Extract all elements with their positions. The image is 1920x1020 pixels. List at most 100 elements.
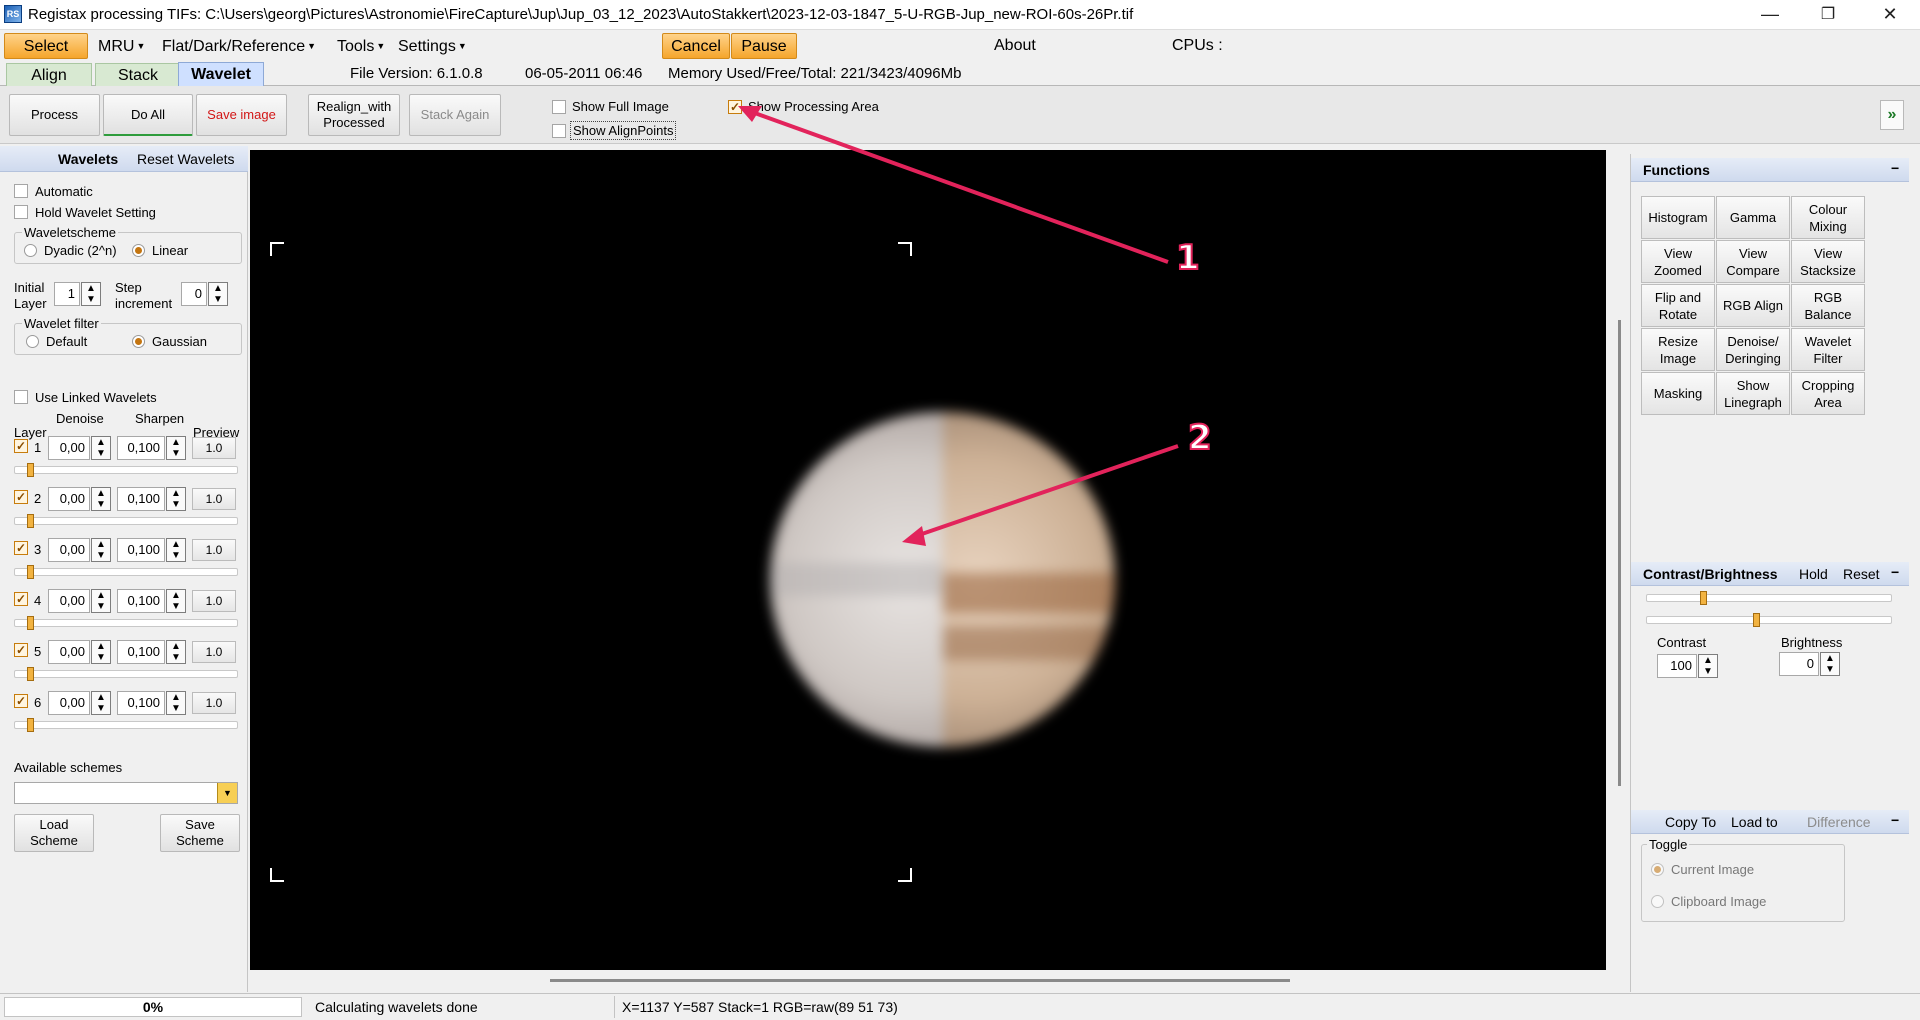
view-compare-button[interactable]: View Compare <box>1716 240 1790 283</box>
layer-denoise-input[interactable]: 0,00 <box>48 691 90 715</box>
show-full-image-checkbox[interactable] <box>552 100 566 114</box>
layer-denoise-spin-icon[interactable]: ▲ ▼ <box>91 691 111 715</box>
expand-panel-button[interactable]: » <box>1880 100 1904 130</box>
layer-slider[interactable] <box>14 718 238 732</box>
show-alignpoints-checkbox[interactable] <box>552 124 566 138</box>
linear-radio[interactable] <box>132 244 145 257</box>
layer-slider[interactable] <box>14 667 238 681</box>
process-button[interactable]: Process <box>9 94 100 136</box>
gaussian-filter-radio[interactable] <box>132 335 145 348</box>
brightness-spin-icon[interactable]: ▲ ▼ <box>1820 652 1840 676</box>
clipboard-image-radio[interactable] <box>1651 895 1664 908</box>
menu-tools[interactable]: Tools ▼ <box>331 33 391 59</box>
layer-slider[interactable] <box>14 514 238 528</box>
schemes-dropdown[interactable]: ▼ <box>14 782 238 804</box>
contrast-input[interactable]: 100 <box>1657 654 1697 678</box>
gamma-button[interactable]: Gamma <box>1716 196 1790 239</box>
layer-slider-thumb[interactable] <box>27 514 34 528</box>
layer-sharpen-spin-icon[interactable]: ▲ ▼ <box>166 538 186 562</box>
layer-sharpen-input[interactable]: 0,100 <box>117 436 165 460</box>
tab-align[interactable]: Align <box>6 63 92 86</box>
load-to-button[interactable]: Load to <box>1731 814 1778 830</box>
layer-denoise-spin-icon[interactable]: ▲ ▼ <box>91 487 111 511</box>
layer-sharpen-input[interactable]: 0,100 <box>117 589 165 613</box>
menu-mru[interactable]: MRU ▼ <box>92 33 151 59</box>
layer-sharpen-spin-icon[interactable]: ▲ ▼ <box>166 487 186 511</box>
layer-slider-thumb[interactable] <box>27 565 34 579</box>
wavelet-filter-button[interactable]: Wavelet Filter <box>1791 328 1865 371</box>
masking-button[interactable]: Masking <box>1641 372 1715 415</box>
layer-denoise-input[interactable]: 0,00 <box>48 487 90 511</box>
layer-enable-checkbox[interactable] <box>14 439 28 453</box>
layer-denoise-input[interactable]: 0,00 <box>48 589 90 613</box>
layer-enable-checkbox[interactable] <box>14 643 28 657</box>
layer-enable-checkbox[interactable] <box>14 541 28 555</box>
stack-again-button[interactable]: Stack Again <box>409 94 501 136</box>
collapse-icon[interactable]: − <box>1891 564 1899 580</box>
initial-layer-spin-icon[interactable]: ▲ ▼ <box>81 282 101 306</box>
hold-wavelet-checkbox[interactable] <box>14 205 28 219</box>
layer-preview-button[interactable]: 1.0 <box>192 437 236 459</box>
linked-wavelets-checkbox[interactable] <box>14 390 28 404</box>
pause-button[interactable]: Pause <box>731 33 797 59</box>
layer-preview-button[interactable]: 1.0 <box>192 488 236 510</box>
layer-preview-button[interactable]: 1.0 <box>192 692 236 714</box>
vertical-scrollbar-thumb[interactable] <box>1618 320 1621 786</box>
realign-processed-button[interactable]: Realign_with Processed <box>308 94 400 136</box>
layer-enable-checkbox[interactable] <box>14 490 28 504</box>
layer-denoise-input[interactable]: 0,00 <box>48 436 90 460</box>
collapse-icon[interactable]: − <box>1891 160 1899 176</box>
minimize-icon[interactable]: — <box>1742 0 1798 30</box>
layer-sharpen-input[interactable]: 0,100 <box>117 691 165 715</box>
layer-preview-button[interactable]: 1.0 <box>192 641 236 663</box>
view-zoomed-button[interactable]: View Zoomed <box>1641 240 1715 283</box>
layer-sharpen-spin-icon[interactable]: ▲ ▼ <box>166 691 186 715</box>
save-scheme-button[interactable]: Save Scheme <box>160 814 240 852</box>
layer-slider-thumb[interactable] <box>27 463 34 477</box>
save-image-button[interactable]: Save image <box>196 94 287 136</box>
layer-sharpen-input[interactable]: 0,100 <box>117 538 165 562</box>
layer-slider-thumb[interactable] <box>27 616 34 630</box>
current-image-radio[interactable] <box>1651 863 1664 876</box>
step-increment-spin-icon[interactable]: ▲ ▼ <box>208 282 228 306</box>
collapse-icon[interactable]: − <box>1891 812 1899 828</box>
layer-slider[interactable] <box>14 565 238 579</box>
layer-sharpen-input[interactable]: 0,100 <box>117 487 165 511</box>
about-menu[interactable]: About <box>988 33 1042 59</box>
close-icon[interactable]: ✕ <box>1862 0 1918 30</box>
layer-sharpen-spin-icon[interactable]: ▲ ▼ <box>166 589 186 613</box>
layer-sharpen-spin-icon[interactable]: ▲ ▼ <box>166 436 186 460</box>
copy-to-button[interactable]: Copy To <box>1665 814 1716 830</box>
canvas-scrollbar[interactable] <box>250 970 1606 992</box>
layer-sharpen-spin-icon[interactable]: ▲ ▼ <box>166 640 186 664</box>
scrollbar-thumb[interactable] <box>550 979 1290 982</box>
histogram-button[interactable]: Histogram <box>1641 196 1715 239</box>
brightness-input[interactable]: 0 <box>1779 652 1819 676</box>
tab-wavelet[interactable]: Wavelet <box>178 62 264 86</box>
default-filter-radio[interactable] <box>26 335 39 348</box>
layer-denoise-spin-icon[interactable]: ▲ ▼ <box>91 538 111 562</box>
dyadic-radio[interactable] <box>24 244 37 257</box>
layer-preview-button[interactable]: 1.0 <box>192 539 236 561</box>
reset-button[interactable]: Reset <box>1843 566 1880 582</box>
rgb-balance-button[interactable]: RGB Balance <box>1791 284 1865 327</box>
cropping-area-button[interactable]: Cropping Area <box>1791 372 1865 415</box>
layer-slider-thumb[interactable] <box>27 718 34 732</box>
layer-slider-thumb[interactable] <box>27 667 34 681</box>
contrast-spin-icon[interactable]: ▲ ▼ <box>1698 654 1718 678</box>
layer-slider[interactable] <box>14 616 238 630</box>
layer-preview-button[interactable]: 1.0 <box>192 590 236 612</box>
rgb-align-button[interactable]: RGB Align <box>1716 284 1790 327</box>
colour-mixing-button[interactable]: Colour Mixing <box>1791 196 1865 239</box>
show-linegraph-button[interactable]: Show Linegraph <box>1716 372 1790 415</box>
contrast-slider-thumb[interactable] <box>1700 591 1707 605</box>
brightness-slider-thumb[interactable] <box>1753 613 1760 627</box>
do-all-button[interactable]: Do All <box>103 94 193 136</box>
layer-enable-checkbox[interactable] <box>14 694 28 708</box>
reset-wavelets-button[interactable]: Reset Wavelets <box>137 151 235 167</box>
image-canvas[interactable] <box>250 150 1606 970</box>
layer-slider[interactable] <box>14 463 238 477</box>
resize-image-button[interactable]: Resize Image <box>1641 328 1715 371</box>
restore-icon[interactable]: ❐ <box>1800 0 1856 30</box>
tab-stack[interactable]: Stack <box>95 63 181 86</box>
